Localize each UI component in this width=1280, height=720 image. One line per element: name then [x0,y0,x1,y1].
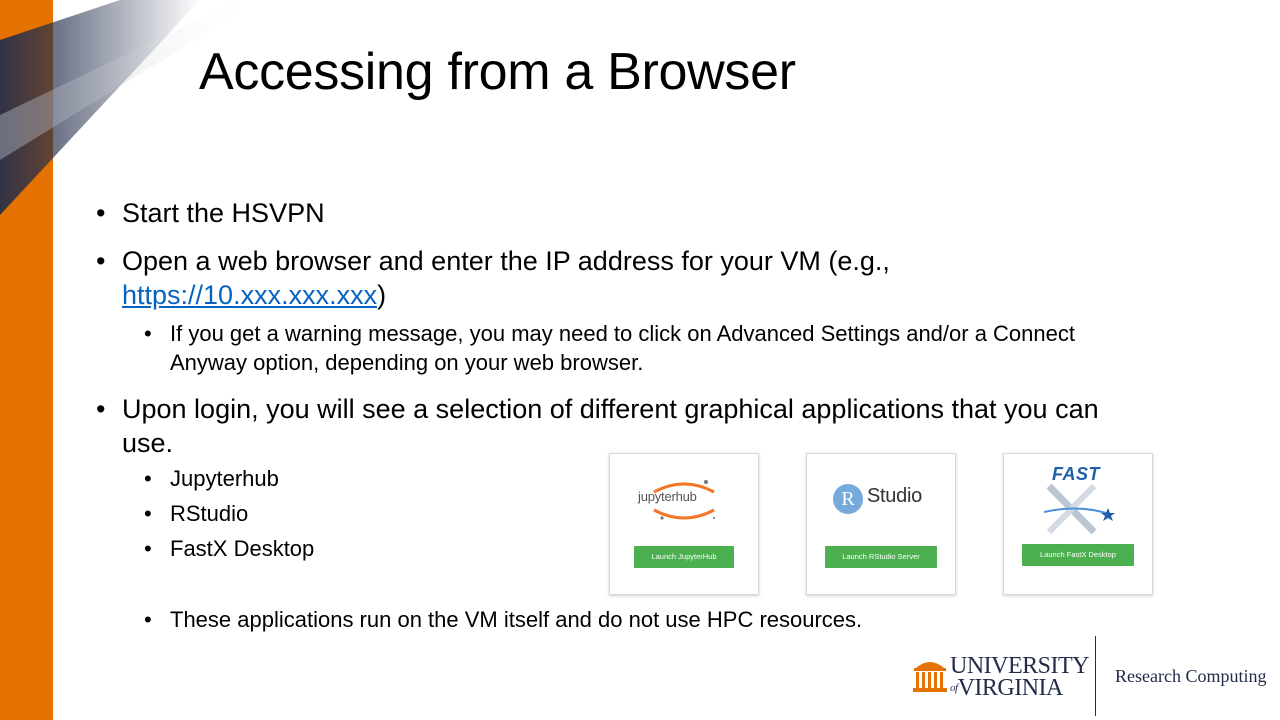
university-virginia: VIRGINIA [957,675,1064,701]
bullet-text: ) [377,280,387,310]
bullet-text: Upon login, you will see a selection of … [122,394,1099,458]
rstudio-card: R Studio Launch RStudio Server [806,453,956,595]
bullet-open-browser: Open a web browser and enter the IP addr… [96,244,1156,312]
jupyterhub-card: jupyterhub Launch JupyterHub [609,453,759,595]
rotunda-icon [913,662,947,692]
bullet-text: RStudio [170,501,249,526]
bullet-start-vpn: Start the HSVPN [96,196,1156,230]
bullet-text: If you get a warning message, you may ne… [170,321,1075,375]
department-name: Research Computing [1115,666,1267,686]
fastx-logo-text: FAST [1052,464,1101,484]
bullet-text: Open a web browser and enter the IP addr… [122,246,890,276]
rstudio-logo-icon: R [833,484,863,514]
fastx-card: FAST Launch FastX Desktop [1003,453,1153,595]
footer-divider [1095,636,1096,716]
launch-jupyterhub-button[interactable]: Launch JupyterHub [634,546,734,568]
university-line2: ofVIRGINIA [950,675,1089,701]
bullet-text: FastX Desktop [170,536,315,561]
ip-address-link[interactable]: https://10.xxx.xxx.xxx [122,280,377,310]
bullet-text: Jupyterhub [170,466,279,491]
university-line1: UNIVERSITY [950,653,1090,679]
launch-fastx-button[interactable]: Launch FastX Desktop [1022,544,1134,566]
sub-bullet-hpc-note: These applications run on the VM itself … [96,605,1156,634]
jupyterhub-logo-text: jupyterhub [638,489,697,504]
bullet-upon-login: Upon login, you will see a selection of … [96,392,1156,460]
fastx-logo-icon [1043,484,1115,534]
rstudio-logo-text: Studio [867,485,922,507]
slide-title: Accessing from a Browser [199,43,796,101]
bullet-text: Start the HSVPN [122,198,325,228]
sub-bullet-warning: If you get a warning message, you may ne… [96,319,1156,377]
university-wordmark: UNIVERSITY ofVIRGINIA [950,653,1090,701]
launch-rstudio-button[interactable]: Launch RStudio Server [825,546,937,568]
university-of: of [950,682,958,694]
bullet-text: These applications run on the VM itself … [170,607,863,632]
